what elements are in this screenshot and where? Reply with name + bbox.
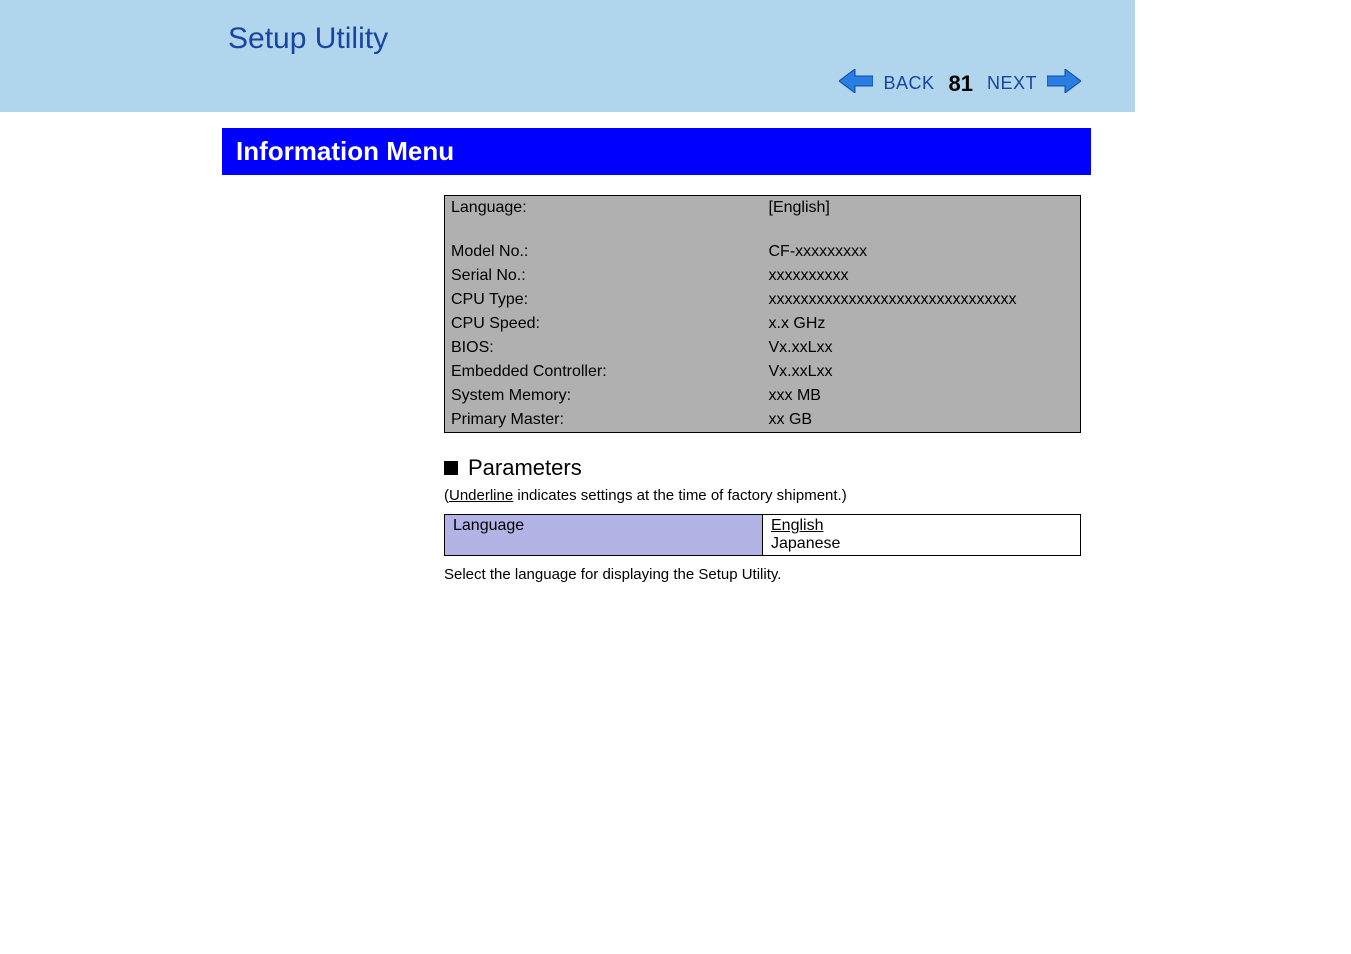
info-label: CPU Type:	[445, 288, 763, 312]
info-label: BIOS:	[445, 336, 763, 360]
info-value: xxxxxxxxxxxxxxxxxxxxxxxxxxxxxxx	[763, 288, 1081, 312]
info-value: Vx.xxLxx	[763, 336, 1081, 360]
info-value: Vx.xxLxx	[763, 360, 1081, 384]
note-underline: Underline	[449, 487, 513, 504]
page-title: Setup Utility	[228, 22, 388, 56]
info-table: Language: [English] Model No.: CF-xxxxxx…	[444, 195, 1081, 433]
table-row: Embedded Controller: Vx.xxLxx	[445, 360, 1081, 384]
page-container: Setup Utility BACK 81 NEXT Information M…	[0, 0, 1135, 623]
table-row: Language: [English]	[445, 196, 1081, 221]
table-row: Model No.: CF-xxxxxxxxx	[445, 240, 1081, 264]
next-link[interactable]: NEXT	[987, 73, 1037, 94]
param-values: English Japanese	[763, 515, 1081, 556]
nav-bar: BACK 81 NEXT	[839, 69, 1081, 98]
parameters-table: Language English Japanese	[444, 514, 1081, 556]
parameters-heading-text: Parameters	[468, 455, 582, 481]
table-row: Primary Master: xx GB	[445, 408, 1081, 433]
info-label: System Memory:	[445, 384, 763, 408]
table-row: CPU Type: xxxxxxxxxxxxxxxxxxxxxxxxxxxxxx…	[445, 288, 1081, 312]
info-value: CF-xxxxxxxxx	[763, 240, 1081, 264]
info-label: Language:	[445, 196, 763, 221]
info-label: Model No.:	[445, 240, 763, 264]
square-bullet-icon	[444, 461, 458, 475]
table-row: Language English Japanese	[445, 515, 1081, 556]
info-label: Embedded Controller:	[445, 360, 763, 384]
info-label: Primary Master:	[445, 408, 763, 433]
info-value: xxx MB	[763, 384, 1081, 408]
table-row: CPU Speed: x.x GHz	[445, 312, 1081, 336]
info-value: [English]	[763, 196, 1081, 221]
parameters-heading: Parameters	[444, 455, 1081, 481]
param-name: Language	[445, 515, 763, 556]
parameters-description: Select the language for displaying the S…	[444, 566, 1081, 583]
back-link[interactable]: BACK	[883, 73, 934, 94]
info-value: xxxxxxxxxx	[763, 264, 1081, 288]
section-banner: Information Menu	[222, 128, 1091, 175]
table-row: Serial No.: xxxxxxxxxx	[445, 264, 1081, 288]
table-row: System Memory: xxx MB	[445, 384, 1081, 408]
page-number: 81	[949, 71, 973, 97]
content-area: Language: [English] Model No.: CF-xxxxxx…	[444, 195, 1081, 583]
parameters-note: (Underline indicates settings at the tim…	[444, 487, 1081, 504]
info-label: Serial No.:	[445, 264, 763, 288]
info-value: xx GB	[763, 408, 1081, 433]
table-row: BIOS: Vx.xxLxx	[445, 336, 1081, 360]
param-other: Japanese	[771, 535, 840, 552]
back-arrow-icon[interactable]	[839, 69, 873, 98]
note-suffix: indicates settings at the time of factor…	[513, 487, 847, 504]
next-arrow-icon[interactable]	[1047, 69, 1081, 98]
param-default: English	[771, 517, 823, 534]
header: Setup Utility BACK 81 NEXT	[0, 0, 1135, 112]
info-value: x.x GHz	[763, 312, 1081, 336]
info-label: CPU Speed:	[445, 312, 763, 336]
